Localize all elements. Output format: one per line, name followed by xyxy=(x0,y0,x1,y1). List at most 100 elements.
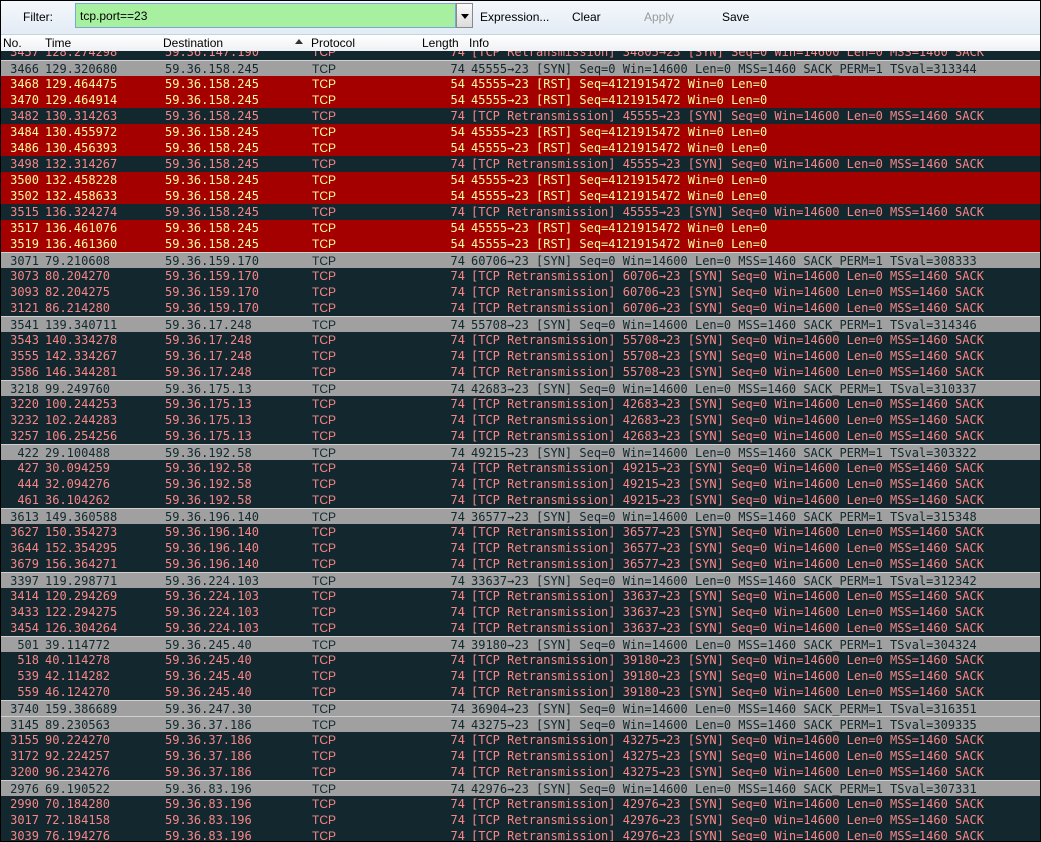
packet-row[interactable]: 501 39.114772 59.36.245.40 TCP 74 39180→23 [S… xyxy=(1,636,1040,653)
packet-time: 159.386689 xyxy=(45,702,118,716)
apply-button[interactable]: Apply xyxy=(644,10,674,24)
packet-info: 36904→23 [SYN] Seq=0 Win=14600 Len=0 MSS… xyxy=(471,702,977,716)
packet-time: 70.184280 xyxy=(45,797,111,811)
packet-row[interactable]: 3519 136.461360 59.36.158.245 TCP 54 45555→23… xyxy=(1,236,1040,252)
expression-button[interactable]: Expression... xyxy=(480,10,549,24)
packet-row[interactable]: 3502 132.458633 59.36.158.245 TCP 54 45555→23… xyxy=(1,188,1040,204)
packet-time: 29.100488 xyxy=(45,446,111,460)
packet-row[interactable]: 3397 119.298771 59.36.224.103 TCP 74 33637→23… xyxy=(1,572,1040,589)
column-header-time[interactable]: Time xyxy=(45,36,71,50)
packet-no: 3414 xyxy=(10,589,39,603)
column-header-length[interactable]: Length xyxy=(422,36,459,50)
packet-row[interactable]: 3740 159.386689 59.36.247.30 TCP 74 36904→23 … xyxy=(1,700,1040,717)
packet-row[interactable]: 427 30.094259 59.36.192.58 TCP 74 [TCP Retran… xyxy=(1,460,1040,476)
packet-row[interactable]: 3555 142.334267 59.36.17.248 TCP 74 [TCP Retr… xyxy=(1,348,1040,364)
packet-row[interactable]: 518 40.114278 59.36.245.40 TCP 74 [TCP Retran… xyxy=(1,652,1040,668)
packet-no: 3498 xyxy=(10,157,39,171)
packet-row[interactable]: 3541 139.340711 59.36.17.248 TCP 74 55708→23 … xyxy=(1,316,1040,333)
packet-row[interactable]: 3433 122.294275 59.36.224.103 TCP 74 [TCP Ret… xyxy=(1,604,1040,620)
packet-no: 3541 xyxy=(10,318,39,332)
packet-length: 74 xyxy=(450,349,465,363)
clear-button[interactable]: Clear xyxy=(572,10,601,24)
packet-row[interactable]: 3468 129.464475 59.36.158.245 TCP 54 45555→23… xyxy=(1,76,1040,92)
packet-destination: 59.36.158.245 xyxy=(165,125,259,139)
packet-row[interactable]: 3155 90.224270 59.36.37.186 TCP 74 [TCP Retra… xyxy=(1,732,1040,748)
packet-row[interactable]: 559 46.124270 59.36.245.40 TCP 74 [TCP Retran… xyxy=(1,684,1040,700)
packet-no: 3515 xyxy=(10,205,39,219)
packet-row[interactable]: 3543 140.334278 59.36.17.248 TCP 74 [TCP Retr… xyxy=(1,332,1040,348)
packet-row[interactable]: 3218 99.249760 59.36.175.13 TCP 74 42683→23 [… xyxy=(1,380,1040,397)
packet-destination: 59.36.37.186 xyxy=(165,718,252,732)
packet-length: 74 xyxy=(450,541,465,555)
packet-protocol: TCP xyxy=(312,749,336,763)
packet-length: 74 xyxy=(450,429,465,443)
packet-row[interactable]: 3145 89.230563 59.36.37.186 TCP 74 43275→23 [… xyxy=(1,716,1040,733)
packet-destination: 59.36.83.196 xyxy=(165,782,252,796)
packet-row[interactable]: 3073 80.204270 59.36.159.170 TCP 74 [TCP Retr… xyxy=(1,268,1040,284)
packet-info: [TCP Retransmission] 43275→23 [SYN] Seq=… xyxy=(471,733,984,747)
packet-time: 120.294269 xyxy=(45,589,118,603)
packet-row[interactable]: 3586 146.344281 59.36.17.248 TCP 74 [TCP Retr… xyxy=(1,364,1040,380)
packet-row[interactable]: 3484 130.455972 59.36.158.245 TCP 54 45555→23… xyxy=(1,124,1040,140)
packet-time: 36.104262 xyxy=(45,493,111,507)
packet-info: [TCP Retransmission] 55708→23 [SYN] Seq=… xyxy=(471,349,984,363)
packet-row[interactable]: 3470 129.464914 59.36.158.245 TCP 54 45555→23… xyxy=(1,92,1040,108)
column-header-no[interactable]: No. xyxy=(3,36,22,50)
packet-time: 40.114278 xyxy=(45,653,111,667)
packet-row[interactable]: 3627 150.354273 59.36.196.140 TCP 74 [TCP Ret… xyxy=(1,524,1040,540)
packet-row[interactable]: 3486 130.456393 59.36.158.245 TCP 54 45555→23… xyxy=(1,140,1040,156)
packet-row[interactable]: 2990 70.184280 59.36.83.196 TCP 74 [TCP Retra… xyxy=(1,796,1040,812)
packet-row[interactable]: 3457 128.274298 59.36.147.190 TCP 74 [TCP Ret… xyxy=(1,51,1040,60)
packet-row[interactable]: 3613 149.360588 59.36.196.140 TCP 74 36577→23… xyxy=(1,508,1040,525)
packet-row[interactable]: 422 29.100488 59.36.192.58 TCP 74 49215→23 [S… xyxy=(1,444,1040,461)
packet-destination: 59.36.158.245 xyxy=(165,62,259,76)
packet-time: 149.360588 xyxy=(45,510,118,524)
column-header-destination[interactable]: Destination xyxy=(163,36,223,50)
packet-row[interactable]: 3121 86.214280 59.36.159.170 TCP 74 [TCP Retr… xyxy=(1,300,1040,316)
packet-row[interactable]: 3482 130.314263 59.36.158.245 TCP 74 [TCP Ret… xyxy=(1,108,1040,124)
packet-row[interactable]: 3466 129.320680 59.36.158.245 TCP 74 45555→23… xyxy=(1,60,1040,77)
packet-row[interactable]: 3200 96.234276 59.36.37.186 TCP 74 [TCP Retra… xyxy=(1,764,1040,780)
filter-dropdown-button[interactable] xyxy=(456,3,473,28)
packet-row[interactable]: 3220 100.244253 59.36.175.13 TCP 74 [TCP Retr… xyxy=(1,396,1040,412)
packet-row[interactable]: 3257 106.254256 59.36.175.13 TCP 74 [TCP Retr… xyxy=(1,428,1040,444)
packet-row[interactable]: 3414 120.294269 59.36.224.103 TCP 74 [TCP Ret… xyxy=(1,588,1040,604)
display-filter-input[interactable] xyxy=(75,3,456,28)
packet-row[interactable]: 3498 132.314267 59.36.158.245 TCP 74 [TCP Ret… xyxy=(1,156,1040,172)
packet-no: 3484 xyxy=(10,125,39,139)
packet-row[interactable]: 3644 152.354295 59.36.196.140 TCP 74 [TCP Ret… xyxy=(1,540,1040,556)
packet-row[interactable]: 3232 102.244283 59.36.175.13 TCP 74 [TCP Retr… xyxy=(1,412,1040,428)
packet-row[interactable]: 444 32.094276 59.36.192.58 TCP 74 [TCP Retran… xyxy=(1,476,1040,492)
packet-protocol: TCP xyxy=(312,733,336,747)
packet-length: 54 xyxy=(450,173,465,187)
packet-row[interactable]: 3517 136.461076 59.36.158.245 TCP 54 45555→23… xyxy=(1,220,1040,236)
packet-row[interactable]: 3515 136.324274 59.36.158.245 TCP 74 [TCP Ret… xyxy=(1,204,1040,220)
column-header-info[interactable]: Info xyxy=(469,36,489,50)
packet-no: 3039 xyxy=(10,829,39,841)
packet-length: 74 xyxy=(450,749,465,763)
packet-row[interactable]: 3093 82.204275 59.36.159.170 TCP 74 [TCP Retr… xyxy=(1,284,1040,300)
filter-label: Filter: xyxy=(23,10,53,24)
packet-info: 45555→23 [RST] Seq=4121915472 Win=0 Len=… xyxy=(471,173,768,187)
packet-no: 3543 xyxy=(10,333,39,347)
packet-protocol: TCP xyxy=(312,653,336,667)
packet-info: 39180→23 [SYN] Seq=0 Win=14600 Len=0 MSS… xyxy=(471,638,977,652)
packet-row[interactable]: 2976 69.190522 59.36.83.196 TCP 74 42976→23 [… xyxy=(1,780,1040,797)
packet-info: [TCP Retransmission] 49215→23 [SYN] Seq=… xyxy=(471,477,984,491)
packet-row[interactable]: 3071 79.210608 59.36.159.170 TCP 74 60706→23 … xyxy=(1,252,1040,269)
packet-row[interactable]: 3454 126.304264 59.36.224.103 TCP 74 [TCP Ret… xyxy=(1,620,1040,636)
packet-time: 126.304264 xyxy=(45,621,118,635)
packet-protocol: TCP xyxy=(312,157,336,171)
packet-row[interactable]: 461 36.104262 59.36.192.58 TCP 74 [TCP Retran… xyxy=(1,492,1040,508)
packet-row[interactable]: 539 42.114282 59.36.245.40 TCP 74 [TCP Retran… xyxy=(1,668,1040,684)
packet-row[interactable]: 3500 132.458228 59.36.158.245 TCP 54 45555→23… xyxy=(1,172,1040,188)
packet-no: 422 xyxy=(17,446,39,460)
column-header-protocol[interactable]: Protocol xyxy=(311,36,355,50)
packet-row[interactable]: 3679 156.364271 59.36.196.140 TCP 74 [TCP Ret… xyxy=(1,556,1040,572)
packet-no: 539 xyxy=(17,669,39,683)
packet-row[interactable]: 3172 92.224257 59.36.37.186 TCP 74 [TCP Retra… xyxy=(1,748,1040,764)
packet-no: 3145 xyxy=(10,718,39,732)
packet-row[interactable]: 3017 72.184158 59.36.83.196 TCP 74 [TCP Retra… xyxy=(1,812,1040,828)
save-button[interactable]: Save xyxy=(722,10,749,24)
packet-row[interactable]: 3039 76.194276 59.36.83.196 TCP 74 [TCP Retra… xyxy=(1,828,1040,841)
